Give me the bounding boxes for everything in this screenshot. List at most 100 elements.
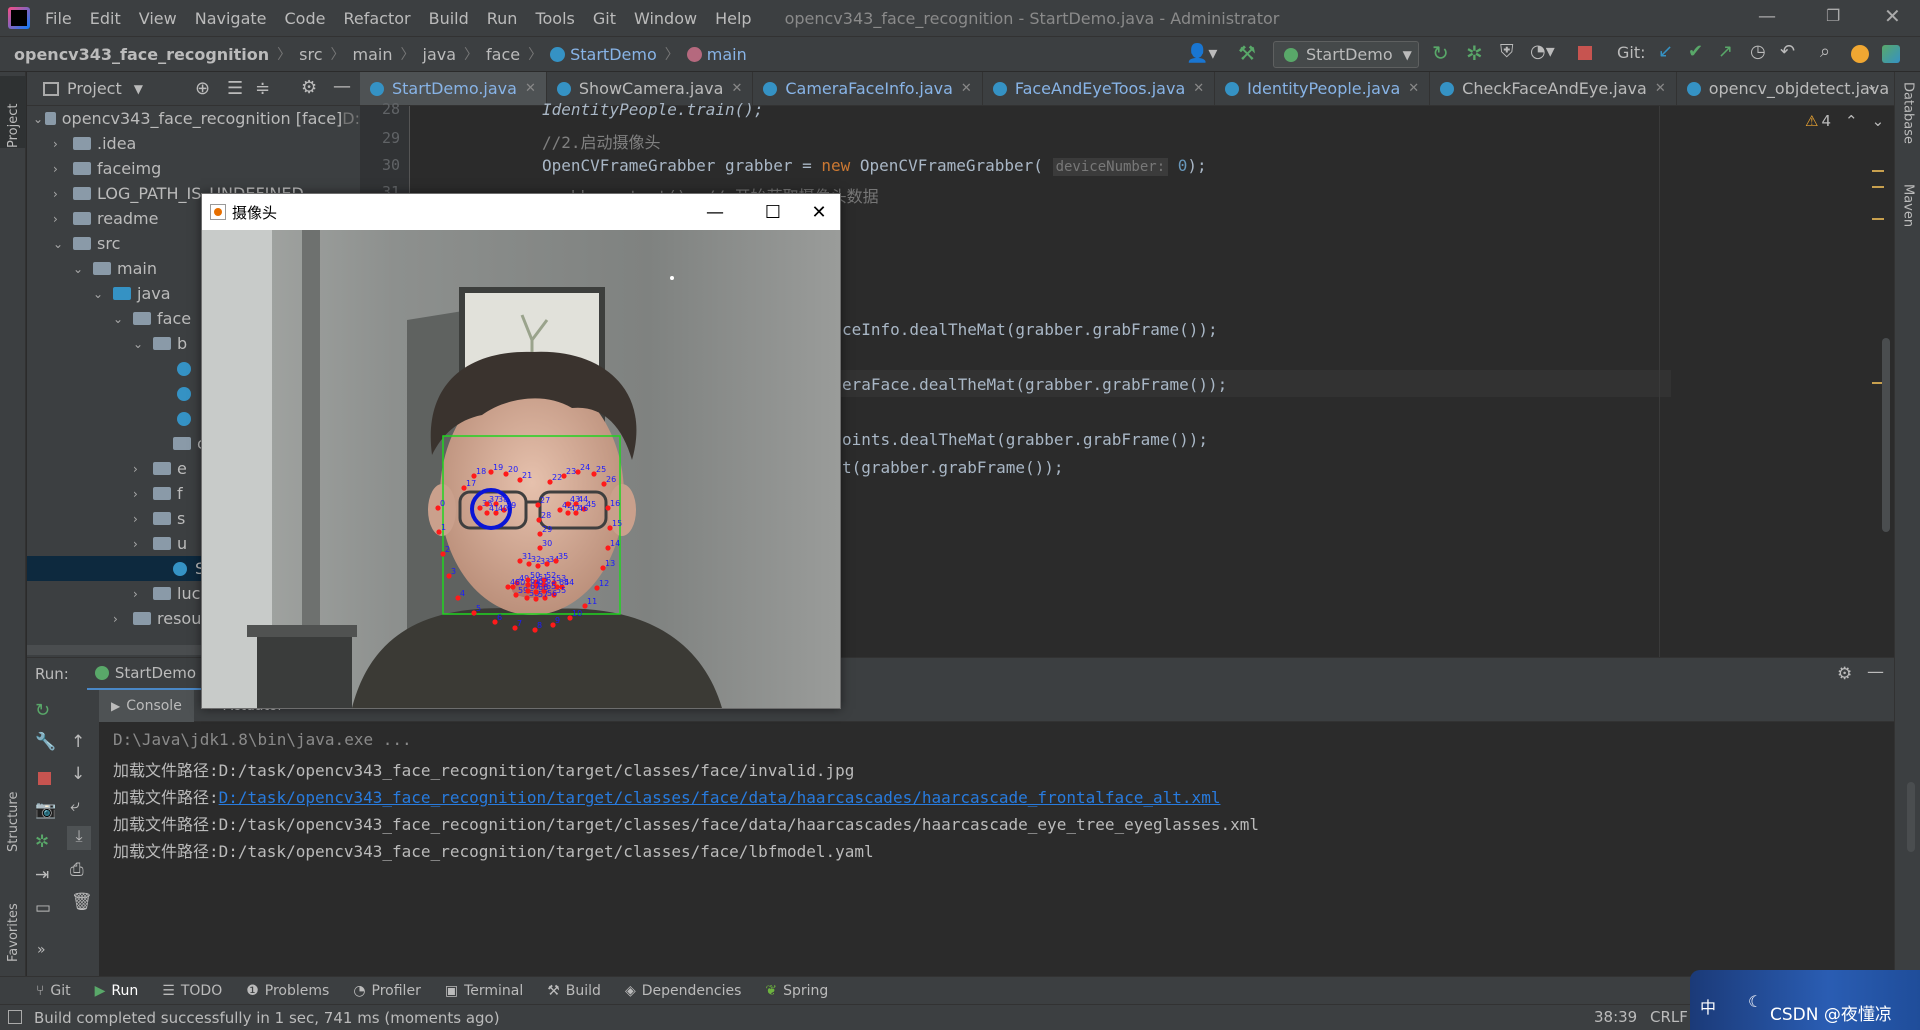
soft-wrap-icon[interactable]: ⤶ — [70, 796, 80, 816]
inspection-widget[interactable]: ⚠ 4 ⌃ ⌄ — [1805, 112, 1884, 130]
status-message[interactable]: Build completed successfully in 1 sec, 7… — [34, 1009, 500, 1027]
tool-problems[interactable]: ❶ Problems — [246, 983, 329, 999]
run-tab-startdemo[interactable]: StartDemo — [86, 658, 205, 691]
tool-todo[interactable]: ☰ TODO — [162, 983, 222, 999]
restore-icon[interactable]: ❐ — [1826, 6, 1840, 25]
vertical-scrollbar[interactable] — [1882, 338, 1890, 532]
ime-indicator[interactable]: 中 — [1700, 994, 1716, 1018]
scroll-end-icon[interactable]: ⤓ — [67, 826, 91, 850]
debug-icon[interactable]: ✲ — [1466, 41, 1483, 65]
debug-icon[interactable]: ✲ — [35, 832, 49, 852]
tab-console[interactable]: ▶ Console — [99, 689, 194, 722]
maximize-icon[interactable]: ☐ — [750, 194, 796, 230]
history-icon[interactable]: ◷ — [1750, 41, 1766, 62]
menu-tools[interactable]: Tools — [526, 9, 583, 28]
tab-opencv-objdetect[interactable]: opencv_objdetect.java✕ — [1677, 72, 1894, 105]
tab-faceandeyetoos[interactable]: FaceAndEyeToos.java ✕ — [983, 72, 1216, 105]
project-tool-button[interactable]: Project — [0, 76, 26, 148]
close-tab-icon[interactable]: ✕ — [1408, 81, 1419, 96]
console-scrollbar[interactable] — [1907, 782, 1915, 852]
tree-item-idea[interactable]: › .idea — [27, 131, 360, 156]
breadcrumb-java[interactable]: java — [423, 45, 457, 64]
structure-tool-button[interactable]: Structure — [0, 772, 26, 852]
menu-view[interactable]: View — [130, 9, 186, 28]
menu-refactor[interactable]: Refactor — [334, 9, 419, 28]
breadcrumb-src[interactable]: src — [299, 45, 322, 64]
git-commit-icon[interactable]: ✔ — [1688, 41, 1703, 62]
breadcrumb-face[interactable]: face — [486, 45, 520, 64]
rerun-icon[interactable]: ↻ — [1432, 41, 1449, 65]
line-separator[interactable]: CRLF — [1650, 1008, 1688, 1026]
console-output[interactable]: D:\Java\jdk1.8\bin\java.exe ... 加载文件路径:D… — [99, 722, 1915, 976]
search-icon[interactable]: ⌕ — [1820, 41, 1830, 62]
tab-camerafaceinfo[interactable]: CameraFaceInfo.java ✕ — [753, 72, 983, 105]
next-highlight-icon[interactable]: ⌄ — [1872, 112, 1885, 130]
more-icon[interactable]: » — [37, 942, 46, 958]
rollback-icon[interactable]: ↶ — [1780, 41, 1795, 62]
layout-icon[interactable]: ▭ — [35, 898, 51, 918]
up-arrow-icon[interactable]: ↑ — [71, 732, 85, 752]
project-view-label[interactable]: Project — [67, 79, 122, 98]
prev-highlight-icon[interactable]: ⌃ — [1845, 112, 1858, 130]
close-icon[interactable]: ✕ — [1884, 4, 1901, 28]
menu-help[interactable]: Help — [706, 9, 760, 28]
console-file-link[interactable]: D:/task/opencv343_face_recognition/targe… — [219, 788, 1221, 807]
caret-position[interactable]: 38:39 — [1594, 1008, 1637, 1026]
update-icon[interactable] — [1851, 45, 1869, 63]
profile-icon[interactable]: ◔▾ — [1530, 41, 1555, 62]
tool-dependencies[interactable]: ◈ Dependencies — [625, 983, 741, 999]
gear-icon[interactable]: ⚙ — [1837, 664, 1852, 684]
camera-window[interactable]: 摄像头 — ☐ ✕ 0 1 2 3 4 5 6 7 8 9 10 11 12 1… — [201, 193, 841, 709]
status-box-icon[interactable] — [8, 1010, 22, 1024]
breadcrumb-method[interactable]: main — [707, 45, 747, 64]
wrench-icon[interactable]: 🔧 — [35, 732, 56, 752]
print-icon[interactable]: ⎙ — [70, 860, 84, 880]
tab-checkfaceandeye[interactable]: CheckFaceAndEye.java ✕ — [1430, 72, 1677, 105]
close-icon[interactable]: ✕ — [796, 194, 842, 230]
collapse-all-icon[interactable]: ≑ — [255, 78, 270, 99]
user-icon[interactable]: 👤▾ — [1186, 43, 1217, 64]
close-tab-icon[interactable]: ✕ — [961, 81, 972, 96]
menu-edit[interactable]: Edit — [81, 9, 130, 28]
tool-build[interactable]: ⚒ Build — [547, 983, 601, 999]
database-tool-button[interactable]: Database — [1895, 82, 1920, 172]
minimize-icon[interactable]: — — [1758, 6, 1776, 27]
rerun-icon[interactable]: ↻ — [35, 700, 50, 721]
stop-icon[interactable] — [1578, 46, 1592, 60]
menu-window[interactable]: Window — [625, 9, 706, 28]
coverage-icon[interactable]: ⛨ — [1500, 41, 1514, 62]
build-hammer-icon[interactable]: ⚒ — [1238, 41, 1256, 65]
tool-terminal[interactable]: ▣ Terminal — [445, 983, 523, 999]
tool-git[interactable]: ⑂ Git — [36, 983, 71, 999]
tool-run[interactable]: ▶ Run — [95, 983, 139, 999]
breadcrumb-main[interactable]: main — [353, 45, 393, 64]
close-tab-icon[interactable]: ✕ — [1655, 81, 1666, 96]
breadcrumb-project[interactable]: opencv343_face_recognition — [14, 45, 269, 64]
camera-window-titlebar[interactable]: 摄像头 — ☐ ✕ — [202, 194, 840, 230]
tool-spring[interactable]: ❦ Spring — [765, 983, 828, 999]
breadcrumb-class[interactable]: StartDemo — [570, 45, 657, 64]
git-update-icon[interactable]: ↙ — [1658, 41, 1673, 62]
hide-panel-icon[interactable]: — — [333, 76, 351, 97]
trash-icon[interactable]: 🗑 — [71, 892, 93, 912]
tree-item-root[interactable]: ⌄ opencv343_face_recognition [face] D: — [27, 106, 360, 131]
close-tab-icon[interactable]: ✕ — [1193, 81, 1204, 96]
run-config-select[interactable]: StartDemo ▼ — [1273, 41, 1419, 68]
gear-icon[interactable]: ⚙ — [301, 77, 317, 98]
locate-icon[interactable]: ⊕ — [195, 78, 210, 99]
chevron-down-icon[interactable]: ▼ — [134, 82, 143, 96]
maven-tool-button[interactable]: Maven — [1895, 184, 1920, 264]
menu-navigate[interactable]: Navigate — [186, 9, 276, 28]
toolbox-icon[interactable] — [1882, 45, 1900, 63]
tabs-overflow-icon[interactable]: ⌄ — [1866, 78, 1878, 94]
down-arrow-icon[interactable]: ↓ — [71, 764, 85, 784]
close-tab-icon[interactable]: ✕ — [731, 81, 742, 96]
stop-icon[interactable] — [38, 772, 51, 785]
camera-icon[interactable]: 📷 — [35, 800, 56, 820]
expand-all-icon[interactable]: ☰ — [227, 78, 243, 99]
tool-profiler[interactable]: ◔ Profiler — [353, 983, 421, 999]
tab-identitypeople[interactable]: IdentityPeople.java ✕ — [1215, 72, 1431, 105]
hide-panel-icon[interactable]: — — [1867, 662, 1884, 682]
menu-run[interactable]: Run — [478, 9, 527, 28]
menu-file[interactable]: File — [36, 9, 81, 28]
